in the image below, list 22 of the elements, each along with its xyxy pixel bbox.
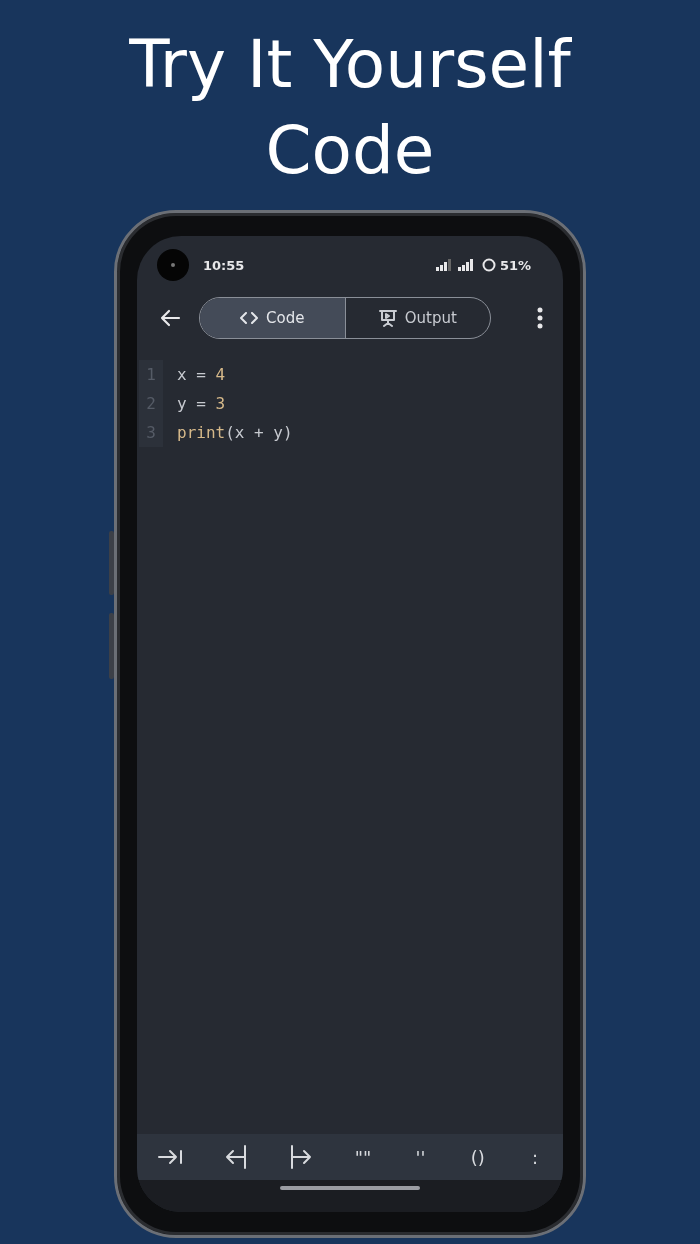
headline: Try It Yourself [129, 25, 571, 105]
symbol-key[interactable]: : [522, 1140, 547, 1174]
presentation-board-icon [378, 309, 397, 327]
status-time: 10:55 [203, 257, 245, 273]
code-brackets-icon [240, 312, 259, 324]
camera-icon [157, 249, 189, 281]
code-line: y = 3 [176, 394, 226, 413]
battery-percent: 51% [499, 257, 531, 273]
view-tab[interactable]: Code [200, 298, 345, 338]
symbol-key[interactable]: () [465, 1140, 490, 1174]
headline: Code [265, 111, 435, 191]
view-tab[interactable]: Output [344, 298, 490, 338]
code-line: print(x + y) [176, 423, 293, 442]
right-bar-arrow-icon [289, 1144, 314, 1170]
left-bar-arrow-icon [224, 1144, 249, 1170]
symbol-key[interactable]: '' [408, 1140, 433, 1174]
more-menu-icon[interactable] [537, 307, 543, 329]
symbol-key[interactable]: "" [350, 1140, 376, 1174]
battery-ring-icon [481, 258, 496, 272]
tab-arrow-icon [157, 1148, 183, 1166]
back-button[interactable] [159, 309, 181, 327]
code-line: x = 4 [176, 365, 226, 384]
